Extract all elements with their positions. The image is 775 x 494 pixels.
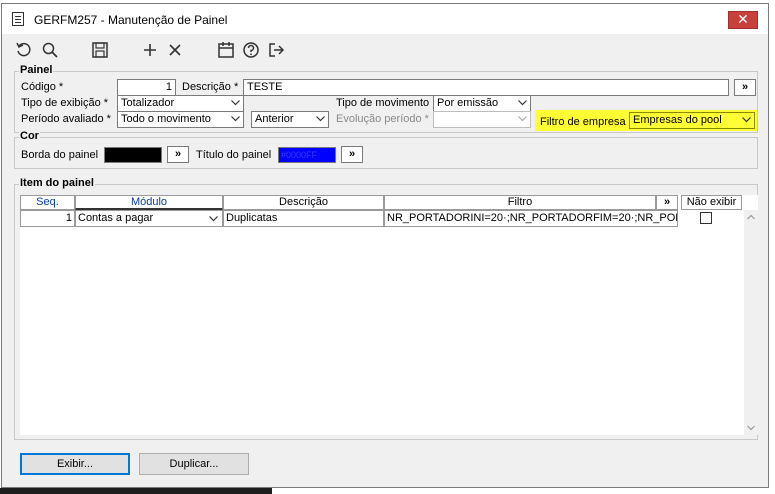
titulo-color-swatch[interactable]: #0000FF xyxy=(278,147,336,163)
chevron-down-icon xyxy=(742,117,751,123)
painel-group-title: Painel xyxy=(19,64,54,76)
item-painel-table: Seq. Módulo Descrição Filtro » Não exibi… xyxy=(20,195,758,435)
save-icon[interactable] xyxy=(90,40,110,60)
filtro-lookup-button[interactable]: » xyxy=(656,195,678,210)
codigo-label: Código * xyxy=(21,81,64,93)
table-cell-descricao[interactable]: Duplicatas xyxy=(223,210,384,227)
filtro-empresa-select[interactable]: Empresas do pool xyxy=(629,112,755,129)
periodo-ref-value: Anterior xyxy=(255,113,294,125)
undo-icon[interactable] xyxy=(14,40,34,60)
tipo-movimento-label: Tipo de movimento xyxy=(336,97,430,109)
column-header-nao-exibir[interactable]: Não exibir xyxy=(681,195,742,210)
close-button[interactable]: ✕ xyxy=(728,11,758,29)
column-header-modulo[interactable]: Módulo xyxy=(75,195,223,210)
chevron-down-icon xyxy=(316,116,325,122)
codigo-input[interactable]: 1 xyxy=(117,79,176,96)
exit-icon[interactable] xyxy=(266,40,286,60)
scroll-up-icon[interactable] xyxy=(747,214,755,220)
toolbar xyxy=(2,36,768,64)
table-cell-modulo[interactable]: Contas a pagar xyxy=(75,210,223,227)
borda-color-swatch[interactable] xyxy=(104,147,162,163)
chevron-down-icon xyxy=(518,116,527,122)
scroll-down-icon[interactable] xyxy=(747,425,755,431)
desktop-edge xyxy=(770,0,775,494)
periodo-ref-select[interactable]: Anterior xyxy=(251,111,329,128)
table-cell-seq[interactable]: 1 xyxy=(20,210,75,227)
chevron-down-icon xyxy=(518,100,527,106)
document-icon xyxy=(12,12,24,26)
item-painel-group-title: Item do painel xyxy=(19,177,95,189)
delete-icon[interactable] xyxy=(165,40,185,60)
table-vertical-scrollbar[interactable] xyxy=(744,210,758,435)
chevron-down-icon xyxy=(209,216,218,222)
window-title: GERFM257 - Manutenção de Painel xyxy=(34,13,228,27)
nao-exibir-checkbox[interactable] xyxy=(700,212,712,224)
modulo-value: Contas a pagar xyxy=(78,212,154,224)
chevron-down-icon xyxy=(231,116,240,122)
help-icon[interactable] xyxy=(241,40,261,60)
exibir-button[interactable]: Exibir... xyxy=(20,453,130,475)
descricao-input[interactable]: TESTE xyxy=(243,79,729,96)
tipo-movimento-value: Por emissão xyxy=(437,97,499,109)
search-icon[interactable] xyxy=(40,40,60,60)
periodo-value: Todo o movimento xyxy=(121,113,211,125)
filtro-empresa-label: Filtro de empresa xyxy=(540,116,626,128)
tipo-exibicao-select[interactable]: Totalizador xyxy=(117,95,244,112)
evolucao-select[interactable] xyxy=(433,111,531,128)
column-header-descricao[interactable]: Descrição xyxy=(223,195,384,210)
tipo-exibicao-value: Totalizador xyxy=(121,97,175,109)
tipo-exibicao-label: Tipo de exibição * xyxy=(21,97,109,109)
column-header-filtro[interactable]: Filtro xyxy=(384,195,656,210)
title-bar: GERFM257 - Manutenção de Painel ✕ xyxy=(2,4,768,34)
periodo-label: Período avaliado * xyxy=(21,113,111,125)
descricao-lookup-button[interactable]: » xyxy=(734,79,756,96)
chevron-down-icon xyxy=(231,100,240,106)
titulo-color-button[interactable]: » xyxy=(341,146,363,163)
titulo-label: Título do painel xyxy=(196,149,272,161)
filtro-empresa-value: Empresas do pool xyxy=(633,114,722,126)
add-icon[interactable] xyxy=(140,40,160,60)
taskbar-fragment xyxy=(0,488,272,494)
evolucao-label: Evolução período * xyxy=(336,113,429,125)
calendar-icon[interactable] xyxy=(216,40,236,60)
cor-group-title: Cor xyxy=(19,130,40,142)
tipo-movimento-select[interactable]: Por emissão xyxy=(433,95,531,112)
column-header-seq[interactable]: Seq. xyxy=(20,195,75,210)
descricao-label: Descrição * xyxy=(182,81,239,93)
periodo-select[interactable]: Todo o movimento xyxy=(117,111,244,128)
table-cell-filtro[interactable]: NR_PORTADORINI=20·;NR_PORTADORFIM=20·;NR… xyxy=(384,210,678,227)
main-window: GERFM257 - Manutenção de Painel ✕ Painel… xyxy=(1,3,769,488)
duplicar-button[interactable]: Duplicar... xyxy=(139,453,249,475)
borda-label: Borda do painel xyxy=(21,149,99,161)
borda-color-button[interactable]: » xyxy=(167,146,189,163)
